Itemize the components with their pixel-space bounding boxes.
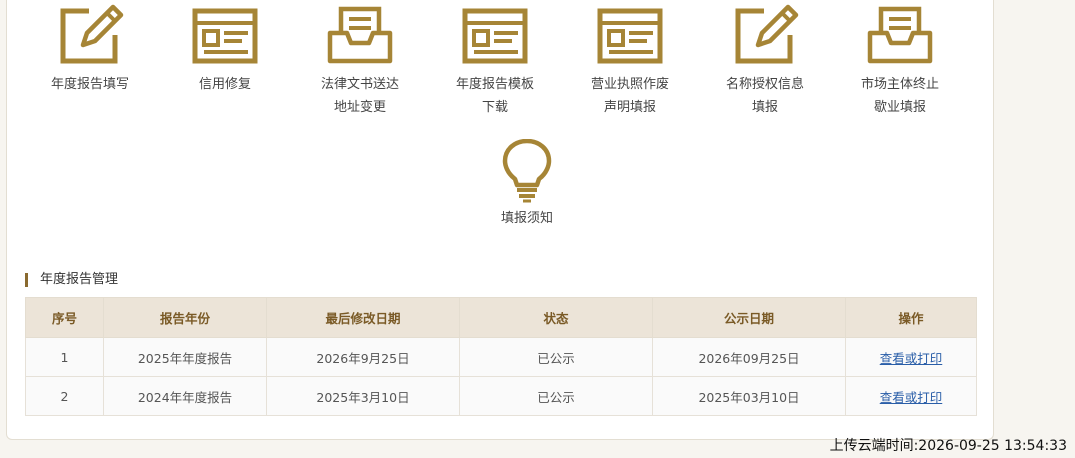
document-tray-icon [867,6,933,64]
column-header: 报告年份 [103,297,267,338]
column-header: 最后修改日期 [266,297,460,338]
service-legal-address-change[interactable]: 法律文书送达 地址变更 [295,0,425,119]
cell-index: 1 [25,337,104,377]
service-icons: 年度报告填写 信用修复 法律文书送达 地址变更 年度报告模板 下载 营业执照作废… [25,0,970,226]
service-label: 信用修复 [198,77,251,92]
table-header-row: 序号 报告年份 最后修改日期 状态 公示日期 操作 [25,297,977,338]
lightbulb-icon [502,139,552,203]
service-name-authorization[interactable]: 名称授权信息 填报 [700,0,830,119]
cell-report-year: 2024年年度报告 [103,376,267,416]
service-annual-report-fill[interactable]: 年度报告填写 [25,0,155,96]
service-label: 填报须知 [500,211,553,226]
cell-publish-date: 2026年09月25日 [652,337,846,377]
form-window-icon [597,8,663,64]
service-label: 年度报告填写 [50,77,129,92]
column-header: 状态 [459,297,653,338]
view-print-link[interactable]: 查看或打印 [880,390,943,405]
table-row: 2 2024年年度报告 2025年3月10日 已公示 2025年03月10日 查… [25,376,977,416]
pencil-icon [735,4,799,64]
service-label: 年度报告模板 下载 [455,77,534,115]
service-license-void-declaration[interactable]: 营业执照作废 声明填报 [565,0,695,119]
service-credit-repair[interactable]: 信用修复 [160,0,290,96]
service-entity-termination[interactable]: 市场主体终止 歇业填报 [835,0,965,119]
service-label: 市场主体终止 歇业填报 [860,77,939,115]
form-window-icon [462,8,528,64]
upload-time: 上传云端时间:2026-09-25 13:54:33 [829,438,1067,454]
cell-action: 查看或打印 [845,337,977,377]
column-header: 操作 [845,297,977,338]
column-header: 公示日期 [652,297,846,338]
cell-action: 查看或打印 [845,376,977,416]
service-label: 法律文书送达 地址变更 [320,77,399,115]
annual-report-table: 序号 报告年份 最后修改日期 状态 公示日期 操作 1 2025年年度报告 20… [25,297,977,416]
cell-index: 2 [25,376,104,416]
document-tray-icon [327,6,393,64]
cell-report-year: 2025年年度报告 [103,337,267,377]
pencil-icon [60,4,124,64]
service-label: 名称授权信息 填报 [725,77,804,115]
cell-last-modified: 2025年3月10日 [266,376,460,416]
service-label: 营业执照作废 声明填报 [590,77,669,115]
form-window-icon [192,8,258,64]
cell-last-modified: 2026年9月25日 [266,337,460,377]
main-panel: 年度报告填写 信用修复 法律文书送达 地址变更 年度报告模板 下载 营业执照作废… [6,0,994,440]
table-row: 1 2025年年度报告 2026年9月25日 已公示 2026年09月25日 查… [25,337,977,377]
column-header: 序号 [25,297,104,338]
service-filing-notice[interactable]: 填报须知 [462,133,592,230]
cell-status: 已公示 [459,337,653,377]
cell-publish-date: 2025年03月10日 [652,376,846,416]
section-title: 年度报告管理 [25,273,118,287]
cell-status: 已公示 [459,376,653,416]
service-template-download[interactable]: 年度报告模板 下载 [430,0,560,119]
view-print-link[interactable]: 查看或打印 [880,351,943,366]
